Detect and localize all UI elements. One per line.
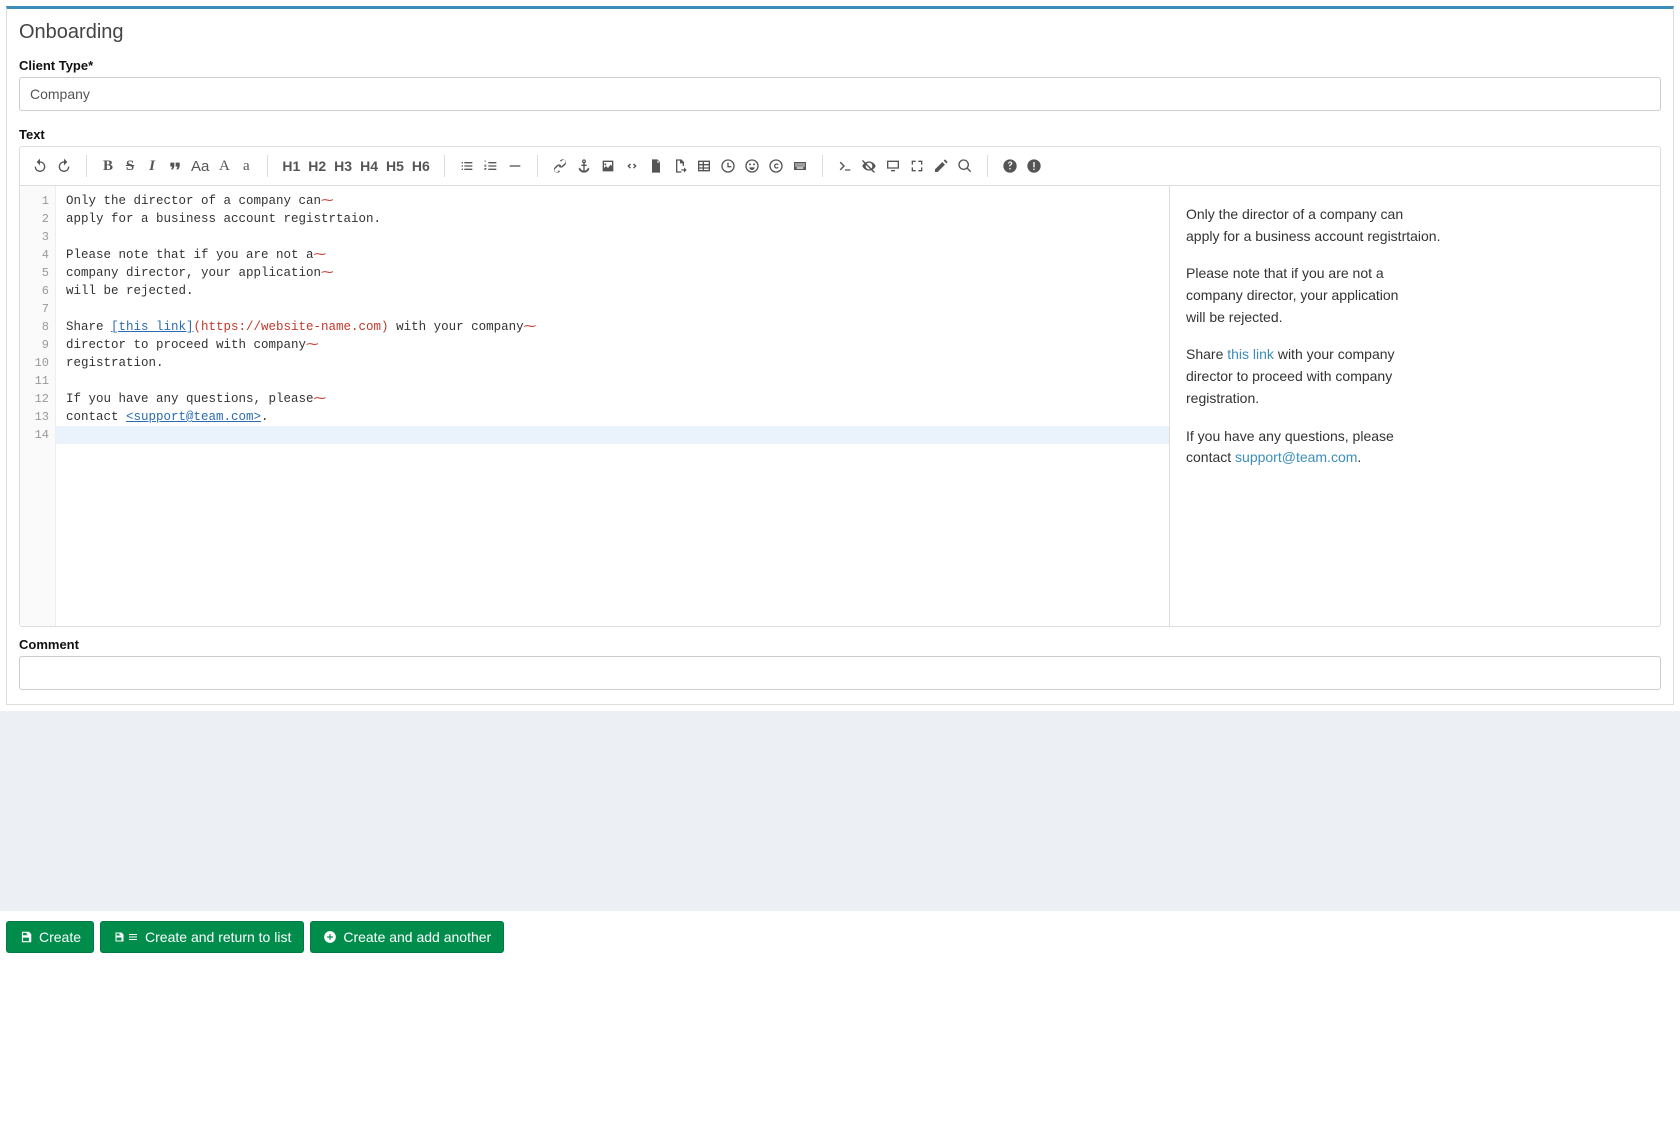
create-return-button[interactable]: Create and return to list: [100, 921, 304, 953]
save-icon: [19, 930, 33, 944]
list-icon: [127, 931, 139, 943]
preview-text: Only the director of a company can: [1186, 206, 1403, 222]
comment-label: Comment: [19, 637, 1661, 652]
clock-icon[interactable]: [716, 153, 740, 179]
code-line[interactable]: will be rejected.: [66, 282, 1159, 300]
preview-text: director to proceed with company: [1186, 368, 1392, 384]
preview-text: company director, your application: [1186, 287, 1398, 303]
text-size-icon[interactable]: Aa: [187, 153, 213, 179]
strikethrough-icon[interactable]: S: [119, 153, 141, 179]
create-button[interactable]: Create: [6, 921, 94, 953]
text-label: Text: [19, 127, 1661, 142]
client-type-label: Client Type*: [19, 58, 1661, 73]
preview-text: registration.: [1186, 390, 1259, 406]
preview-text: contact: [1186, 449, 1235, 465]
file-icon[interactable]: [644, 153, 668, 179]
preview-text: will be rejected.: [1186, 309, 1283, 325]
image-icon[interactable]: [596, 153, 620, 179]
code-line[interactable]: company director, your application⁓: [66, 264, 1159, 282]
quote-icon[interactable]: [163, 153, 187, 179]
eye-off-icon[interactable]: [857, 153, 881, 179]
h3-button[interactable]: H3: [330, 153, 356, 179]
horizontal-rule-icon[interactable]: [503, 153, 527, 179]
create-add-button[interactable]: Create and add another: [310, 921, 504, 953]
code-line[interactable]: [66, 372, 1159, 390]
file-export-icon[interactable]: [668, 153, 692, 179]
code-line[interactable]: apply for a business account registrtaio…: [66, 210, 1159, 228]
page-title: Onboarding: [19, 21, 1661, 44]
below-panel-spacer: [0, 711, 1680, 911]
info-icon[interactable]: [1022, 153, 1046, 179]
fullscreen-icon[interactable]: [905, 153, 929, 179]
unordered-list-icon[interactable]: [455, 153, 479, 179]
preview-text: Please note that if you are not a: [1186, 265, 1384, 281]
font-icon[interactable]: A: [213, 153, 235, 179]
help-icon[interactable]: [998, 153, 1022, 179]
button-label: Create and return to list: [145, 929, 291, 945]
redo-icon[interactable]: [52, 153, 76, 179]
pen-icon[interactable]: [929, 153, 953, 179]
preview-text: If you have any questions, please: [1186, 428, 1394, 444]
emoji-icon[interactable]: [740, 153, 764, 179]
client-type-input[interactable]: [19, 77, 1661, 111]
h2-button[interactable]: H2: [304, 153, 330, 179]
preview-text: .: [1357, 449, 1361, 465]
monitor-icon[interactable]: [881, 153, 905, 179]
preview-text: with your company: [1274, 346, 1395, 362]
code-icon[interactable]: [620, 153, 644, 179]
code-line[interactable]: [66, 228, 1159, 246]
keyboard-icon[interactable]: [788, 153, 812, 179]
code-line[interactable]: director to proceed with company⁓: [66, 336, 1159, 354]
h5-button[interactable]: H5: [382, 153, 408, 179]
link-icon[interactable]: [548, 153, 572, 179]
preview-email-link[interactable]: support@team.com: [1235, 449, 1357, 465]
code-line[interactable]: contact <support@team.com>.: [66, 408, 1159, 426]
anchor-icon[interactable]: [572, 153, 596, 179]
search-icon[interactable]: [953, 153, 977, 179]
save-icon: [113, 931, 125, 943]
preview-text: apply for a business account registrtaio…: [1186, 228, 1440, 244]
code-line[interactable]: [66, 300, 1159, 318]
italic-icon[interactable]: I: [141, 153, 163, 179]
preview-link[interactable]: this link: [1227, 346, 1274, 362]
comment-input[interactable]: [19, 656, 1661, 690]
h6-button[interactable]: H6: [408, 153, 434, 179]
undo-icon[interactable]: [28, 153, 52, 179]
code-editor-area[interactable]: Only the director of a company can⁓apply…: [56, 186, 1170, 626]
ordered-list-icon[interactable]: [479, 153, 503, 179]
plus-circle-icon: [323, 930, 337, 944]
preview-text: Share: [1186, 346, 1227, 362]
lowercase-icon[interactable]: a: [235, 153, 257, 179]
code-line[interactable]: [56, 426, 1169, 444]
code-line[interactable]: registration.: [66, 354, 1159, 372]
preview-pane: Only the director of a company can apply…: [1170, 186, 1660, 626]
table-icon[interactable]: [692, 153, 716, 179]
terminal-icon[interactable]: [833, 153, 857, 179]
line-number-gutter: 1234567891011121314: [20, 186, 56, 626]
footer-actions: Create Create and return to list Create …: [0, 911, 1680, 963]
code-line[interactable]: Only the director of a company can⁓: [66, 192, 1159, 210]
editor-toolbar: B S I Aa A a H1 H2 H3: [20, 147, 1660, 186]
code-line[interactable]: Please note that if you are not a⁓: [66, 246, 1159, 264]
button-label: Create: [39, 929, 81, 945]
button-label: Create and add another: [343, 929, 491, 945]
code-line[interactable]: Share [this link](https://website-name.c…: [66, 318, 1159, 336]
bold-icon[interactable]: B: [97, 153, 119, 179]
copyright-icon[interactable]: [764, 153, 788, 179]
code-line[interactable]: If you have any questions, please⁓: [66, 390, 1159, 408]
h4-button[interactable]: H4: [356, 153, 382, 179]
markdown-editor: B S I Aa A a H1 H2 H3: [19, 146, 1661, 627]
h1-button[interactable]: H1: [278, 153, 304, 179]
